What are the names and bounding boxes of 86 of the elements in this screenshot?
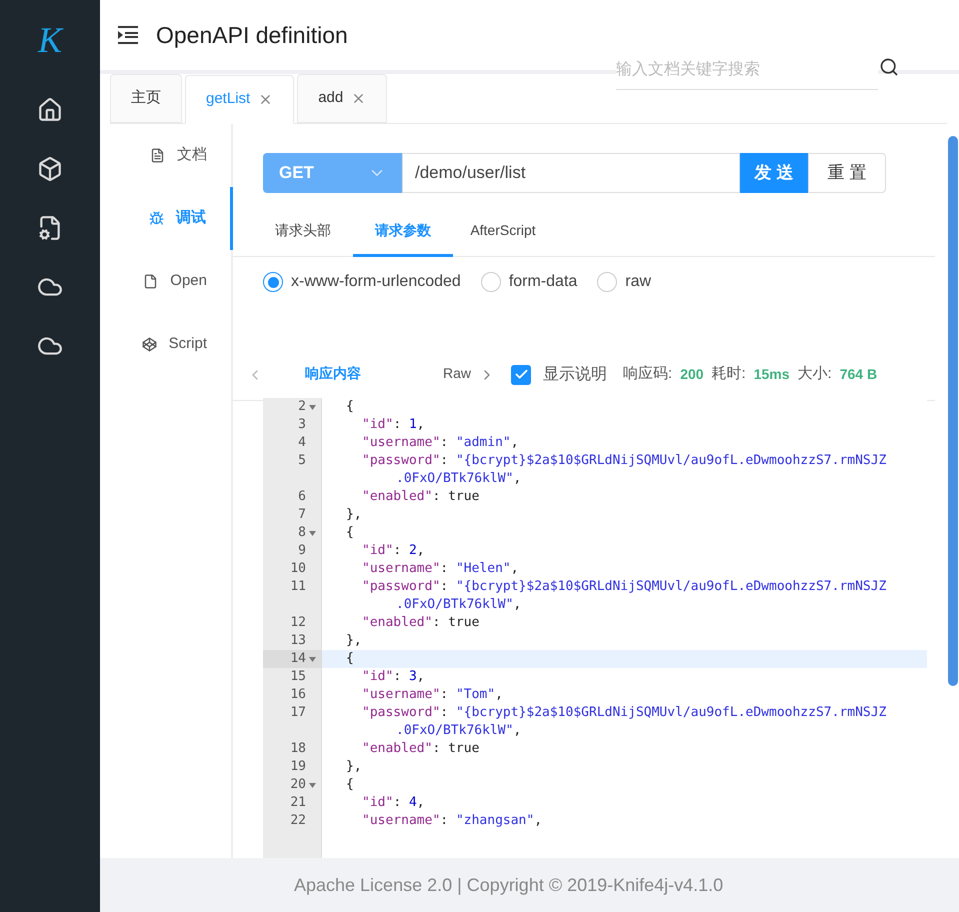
fold-arrow-icon[interactable] bbox=[308, 404, 316, 410]
line-number: 2 bbox=[298, 398, 306, 416]
code-line: { bbox=[346, 776, 354, 794]
line-number: 17 bbox=[290, 704, 306, 722]
page-title: OpenAPI definition bbox=[156, 20, 348, 50]
stat-label: 大小: bbox=[798, 364, 832, 384]
checkbox[interactable] bbox=[511, 364, 532, 384]
line-number: 5 bbox=[298, 452, 306, 470]
footer: Apache License 2.0 | Copyright © 2019-Knife4j-v4.1.0 bbox=[100, 858, 959, 912]
code-line: "username": "Helen", bbox=[362, 560, 519, 578]
code-line: "id": 3, bbox=[362, 668, 425, 686]
stat-value: 764 B bbox=[840, 365, 878, 384]
fold-arrow-icon[interactable] bbox=[308, 530, 316, 536]
checkbox-label: 显示说明 bbox=[543, 364, 608, 384]
doc-nav-item[interactable]: Open bbox=[110, 250, 233, 313]
code-line: { bbox=[346, 398, 354, 416]
line-number: 13 bbox=[290, 632, 306, 650]
request-tab[interactable]: AfterScript bbox=[453, 207, 553, 257]
line-number: 8 bbox=[298, 524, 306, 542]
stat-label: 响应码: bbox=[623, 364, 672, 384]
search-icon[interactable] bbox=[879, 57, 899, 77]
code-line: .0FxO/BTk76klW", bbox=[396, 470, 522, 488]
code-line: }, bbox=[346, 758, 362, 776]
line-number: 22 bbox=[290, 812, 306, 830]
line-number: 3 bbox=[298, 416, 306, 434]
line-number: 10 bbox=[290, 560, 306, 578]
code-line: "enabled": true bbox=[362, 614, 480, 632]
code-line: "password": "{bcrypt}$2a$10$GRLdNijSQMUvl/au9ofL.eDwmoohzzS7.rmNSJZ bbox=[362, 452, 886, 470]
home-icon[interactable] bbox=[37, 97, 63, 123]
page-tab[interactable]: 主页 bbox=[110, 74, 182, 123]
radio-button[interactable] bbox=[597, 272, 618, 292]
cube-icon[interactable] bbox=[37, 156, 63, 182]
line-number: 21 bbox=[290, 794, 306, 812]
url-field[interactable]: /demo/user/list bbox=[402, 153, 740, 193]
doc-nav-item[interactable]: Script bbox=[110, 313, 233, 376]
line-number: 20 bbox=[290, 776, 306, 794]
stat-label: 耗时: bbox=[712, 364, 746, 384]
response-tab[interactable]: Raw bbox=[443, 349, 472, 401]
document-icon bbox=[143, 274, 158, 289]
radio-label: raw bbox=[625, 272, 652, 292]
line-number: 6 bbox=[298, 488, 306, 506]
line-number: 15 bbox=[290, 668, 306, 686]
cube-icon bbox=[142, 337, 157, 352]
code-line: }, bbox=[346, 506, 362, 524]
document-gear-icon[interactable] bbox=[37, 215, 63, 241]
radio-label: form-data bbox=[508, 272, 578, 292]
code-line: .0FxO/BTk76klW", bbox=[396, 722, 522, 740]
code-line: .0FxO/BTk76klW", bbox=[396, 596, 522, 614]
code-line: "username": "zhangsan", bbox=[362, 812, 542, 830]
line-number: 9 bbox=[298, 542, 306, 560]
radio-label: x-www-form-urlencoded bbox=[291, 272, 461, 292]
reset-button[interactable]: 重 置 bbox=[808, 153, 886, 193]
line-number: 12 bbox=[290, 614, 306, 632]
page-tab[interactable]: add bbox=[297, 74, 388, 123]
code-line: "username": "admin", bbox=[362, 434, 519, 452]
code-line: { bbox=[346, 524, 354, 542]
code-line: }, bbox=[346, 632, 362, 650]
menu-icon[interactable] bbox=[116, 25, 140, 45]
code-line: "password": "{bcrypt}$2a$10$GRLdNijSQMUvl/au9ofL.eDwmoohzzS7.rmNSJZ bbox=[362, 578, 886, 596]
line-number: 18 bbox=[290, 740, 306, 758]
radio-button[interactable] bbox=[480, 272, 501, 292]
fold-arrow-icon[interactable] bbox=[308, 656, 316, 662]
document-icon bbox=[150, 148, 165, 163]
code-line: "id": 4, bbox=[362, 794, 425, 812]
radio-button[interactable] bbox=[263, 272, 283, 292]
fold-arrow-icon[interactable] bbox=[308, 782, 316, 788]
code-line: "username": "Tom", bbox=[362, 686, 503, 704]
code-line: "id": 2, bbox=[362, 542, 425, 560]
logo: K bbox=[38, 20, 62, 60]
bug-icon bbox=[149, 211, 164, 226]
code-line: "password": "{bcrypt}$2a$10$GRLdNijSQMUvl/au9ofL.eDwmoohzzS7.rmNSJZ bbox=[362, 704, 886, 722]
code-line: { bbox=[346, 650, 354, 668]
doc-nav-item[interactable]: 文档 bbox=[110, 124, 233, 187]
code-line: "id": 1, bbox=[362, 416, 425, 434]
code-line: "enabled": true bbox=[362, 488, 480, 506]
scrollbar-thumb[interactable] bbox=[948, 136, 958, 686]
request-tab[interactable]: 请求头部 bbox=[253, 207, 353, 257]
stat-value: 200 bbox=[680, 365, 704, 384]
stat-value: 15ms bbox=[754, 365, 790, 384]
line-number: 4 bbox=[298, 434, 306, 452]
code-line: "enabled": true bbox=[362, 740, 480, 758]
line-number: 19 bbox=[290, 758, 306, 776]
line-number: 11 bbox=[290, 578, 306, 596]
line-number: 16 bbox=[290, 686, 306, 704]
line-number: 7 bbox=[298, 506, 306, 524]
line-number: 14 bbox=[290, 650, 306, 668]
